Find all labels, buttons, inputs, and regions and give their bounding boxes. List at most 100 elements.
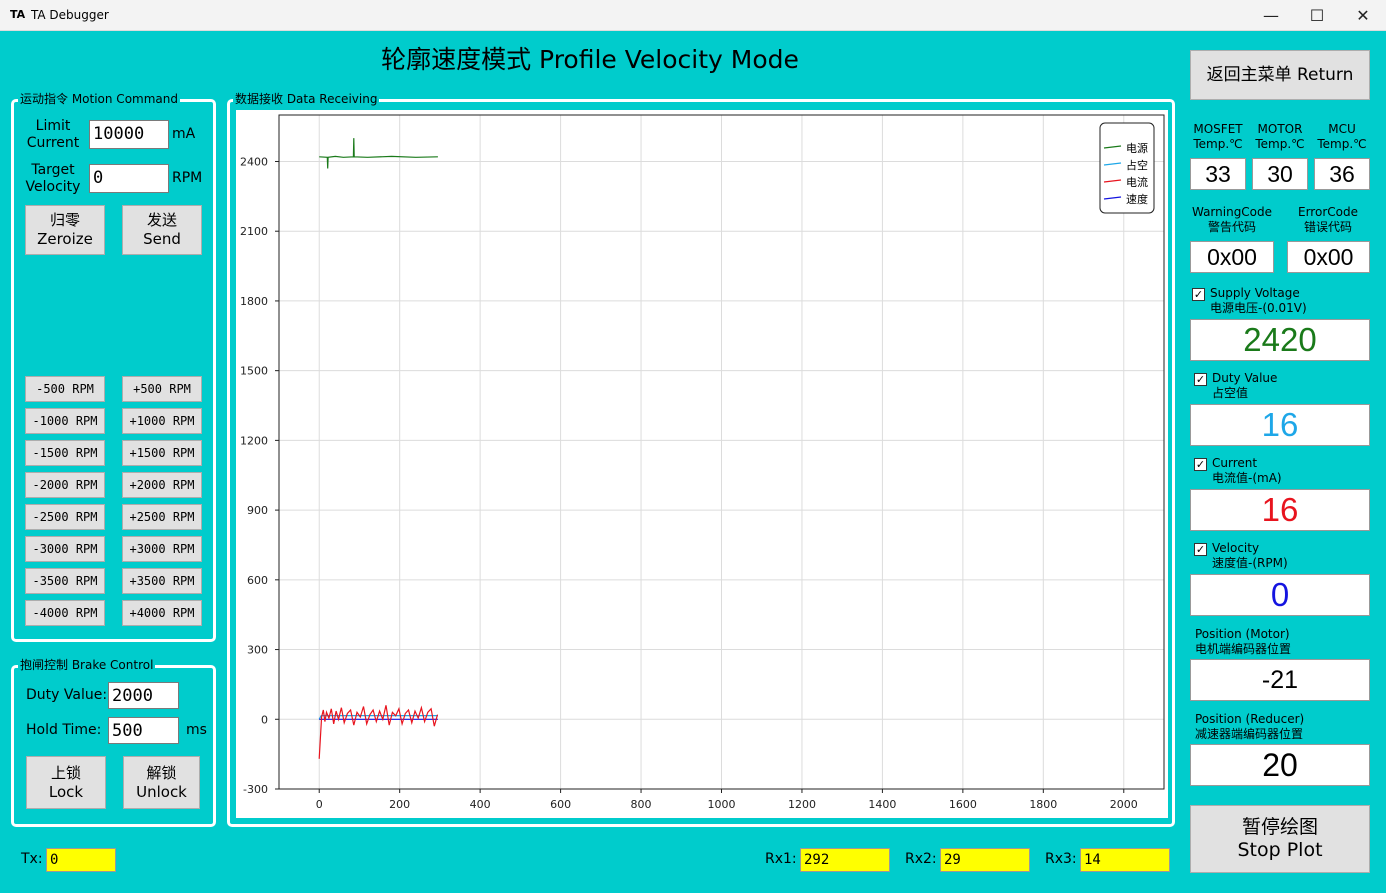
rpm-button-plus-3000[interactable]: +3000 RPM <box>122 536 202 562</box>
stop-plot-button[interactable]: 暂停绘图 Stop Plot <box>1190 805 1370 873</box>
legend-label: 电源 <box>1126 141 1148 155</box>
y-tick-label: 1200 <box>240 434 268 447</box>
zeroize-button[interactable]: 归零 Zeroize <box>25 205 105 255</box>
rx1-value: 292 <box>800 848 890 872</box>
duty-value-value: 16 <box>1190 404 1370 446</box>
rpm-button-plus-2500[interactable]: +2500 RPM <box>122 504 202 530</box>
rpm-button-minus-3000[interactable]: -3000 RPM <box>25 536 105 562</box>
supply-voltage-label: Supply Voltage 电源电压-(0.01V) <box>1210 286 1307 315</box>
close-icon[interactable]: ✕ <box>1340 0 1386 31</box>
data-chart[interactable]: 0 200 400 600 800 1000 1200 1400 1600 1800 2000 -30… <box>236 110 1168 818</box>
current-label: Current 电流值-(mA) <box>1212 456 1282 485</box>
rx1-label: Rx1: <box>765 851 797 867</box>
mcu-temp-value: 36 <box>1314 158 1370 190</box>
data-receiving-title: 数据接收 Data Receiving <box>233 92 380 106</box>
supply-voltage-checkbox[interactable]: ✓ <box>1192 288 1205 301</box>
rpm-button-plus-1500[interactable]: +1500 RPM <box>122 440 202 466</box>
mosfet-temp-value: 33 <box>1190 158 1246 190</box>
rpm-button-minus-2000[interactable]: -2000 RPM <box>25 472 105 498</box>
brake-duty-label: Duty Value: <box>26 687 108 703</box>
position-reducer-label: Position (Reducer) 减速器端编码器位置 <box>1195 712 1305 741</box>
y-tick-label: -300 <box>243 783 268 796</box>
rpm-button-minus-3500[interactable]: -3500 RPM <box>25 568 105 594</box>
position-motor-label: Position (Motor) 电机端编码器位置 <box>1195 627 1292 656</box>
target-velocity-unit: RPM <box>172 170 203 186</box>
error-code-value: 0x00 <box>1287 241 1370 273</box>
x-tick-label: 200 <box>389 798 410 811</box>
duty-value-checkbox[interactable]: ✓ <box>1194 373 1207 386</box>
limit-current-input[interactable]: 10000 <box>89 120 169 149</box>
motor-temp-label: MOTOR Temp.℃ <box>1255 122 1305 151</box>
lock-button[interactable]: 上锁 Lock <box>26 756 106 809</box>
rx2-value: 29 <box>940 848 1030 872</box>
page-title: 轮廓速度模式 Profile Velocity Mode <box>381 45 799 74</box>
y-tick-label: 1800 <box>240 295 268 308</box>
current-checkbox[interactable]: ✓ <box>1194 458 1207 471</box>
velocity-value: 0 <box>1190 574 1370 616</box>
x-tick-label: 800 <box>631 798 652 811</box>
rx3-label: Rx3: <box>1045 851 1077 867</box>
unlock-button[interactable]: 解锁 Unlock <box>123 756 200 809</box>
y-tick-label: 0 <box>261 713 268 726</box>
brake-duty-input[interactable]: 2000 <box>108 682 179 709</box>
x-tick-label: 600 <box>550 798 571 811</box>
legend-label: 占空 <box>1126 158 1148 172</box>
rpm-button-minus-1000[interactable]: -1000 RPM <box>25 408 105 434</box>
y-tick-label: 1500 <box>240 365 268 378</box>
x-tick-label: 2000 <box>1110 798 1138 811</box>
rx2-label: Rx2: <box>905 851 937 867</box>
velocity-checkbox[interactable]: ✓ <box>1194 543 1207 556</box>
limit-current-unit: mA <box>172 126 196 142</box>
y-tick-label: 600 <box>247 574 268 587</box>
target-velocity-input[interactable]: 0 <box>89 164 169 193</box>
legend-label: 速度 <box>1126 192 1148 206</box>
x-tick-label: 1000 <box>708 798 736 811</box>
rpm-button-minus-4000[interactable]: -4000 RPM <box>25 600 105 626</box>
tx-label: Tx: <box>21 851 43 867</box>
minimize-icon[interactable]: — <box>1248 0 1294 31</box>
x-tick-label: 1400 <box>868 798 896 811</box>
hold-time-input[interactable]: 500 <box>108 717 179 744</box>
app-logo: TA <box>10 8 26 21</box>
chart-background <box>236 110 1168 818</box>
target-velocity-label: Target Velocity <box>25 162 81 195</box>
maximize-icon[interactable]: ☐ <box>1294 0 1340 31</box>
rx3-value: 14 <box>1080 848 1170 872</box>
y-tick-label: 2100 <box>240 225 268 238</box>
hold-time-label: Hold Time: <box>26 722 102 738</box>
rpm-button-minus-1500[interactable]: -1500 RPM <box>25 440 105 466</box>
rpm-button-minus-2500[interactable]: -2500 RPM <box>25 504 105 530</box>
rpm-button-plus-1000[interactable]: +1000 RPM <box>122 408 202 434</box>
rpm-button-plus-2000[interactable]: +2000 RPM <box>122 472 202 498</box>
x-tick-label: 1800 <box>1029 798 1057 811</box>
x-tick-label: 1600 <box>949 798 977 811</box>
legend-label: 电流 <box>1126 175 1148 189</box>
duty-value-label: Duty Value 占空值 <box>1212 371 1278 400</box>
position-reducer-value: 20 <box>1190 744 1370 786</box>
rpm-button-plus-3500[interactable]: +3500 RPM <box>122 568 202 594</box>
motor-temp-value: 30 <box>1252 158 1308 190</box>
rpm-button-minus-500[interactable]: -500 RPM <box>25 376 105 402</box>
motion-command-title: 运动指令 Motion Command <box>18 92 180 106</box>
supply-voltage-value: 2420 <box>1190 319 1370 361</box>
error-code-label: ErrorCode 错误代码 <box>1298 205 1358 234</box>
title-bar: TA TA Debugger — ☐ ✕ <box>0 0 1386 31</box>
velocity-label: Velocity 速度值-(RPM) <box>1212 541 1288 570</box>
warning-code-value: 0x00 <box>1190 241 1274 273</box>
limit-current-label: Limit Current <box>26 118 80 151</box>
send-button[interactable]: 发送 Send <box>122 205 202 255</box>
window-title: TA Debugger <box>31 8 109 22</box>
rpm-button-plus-500[interactable]: +500 RPM <box>122 376 202 402</box>
warning-code-label: WarningCode 警告代码 <box>1191 205 1273 234</box>
hold-time-unit: ms <box>186 722 207 738</box>
y-tick-label: 300 <box>247 644 268 657</box>
current-value: 16 <box>1190 489 1370 531</box>
x-tick-label: 400 <box>470 798 491 811</box>
y-tick-label: 2400 <box>240 155 268 168</box>
x-tick-label: 0 <box>316 798 323 811</box>
rpm-button-plus-4000[interactable]: +4000 RPM <box>122 600 202 626</box>
tx-value: 0 <box>46 848 116 872</box>
mcu-temp-label: MCU Temp.℃ <box>1317 122 1367 151</box>
return-button[interactable]: 返回主菜单 Return <box>1190 50 1370 100</box>
y-tick-label: 900 <box>247 504 268 517</box>
